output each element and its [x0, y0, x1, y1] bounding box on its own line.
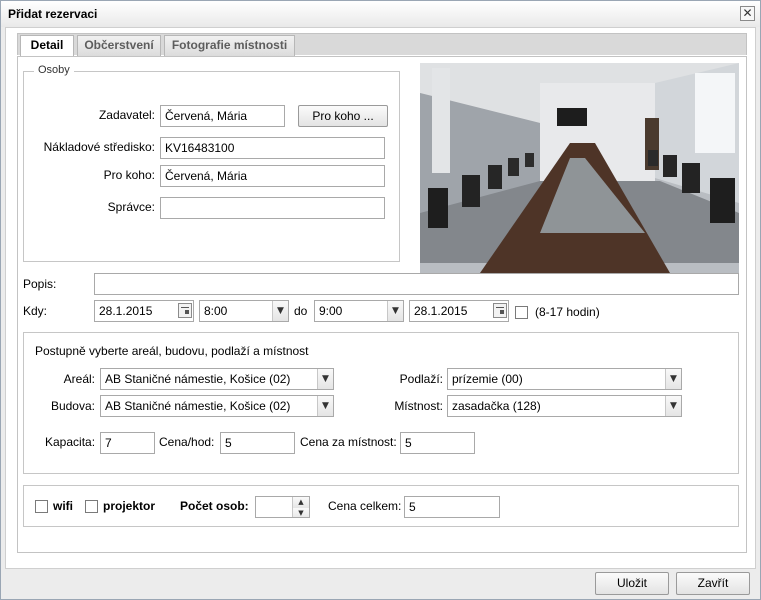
time-to-value: 9:00 [319, 304, 343, 318]
kdy-label: Kdy: [23, 304, 48, 318]
cena-hod-field[interactable]: 5 [220, 432, 295, 454]
close-button[interactable]: Zavřít [676, 572, 750, 595]
projektor-checkbox[interactable] [85, 500, 98, 513]
nakladove-stredisko-label: Nákladové středisko: [43, 140, 155, 154]
spinner-up-icon[interactable]: ▲ [292, 497, 309, 508]
dialog-titlebar[interactable]: Přidat rezervaci ✕ [1, 1, 760, 27]
budova-value: AB Staničné námestie, Košice (02) [105, 399, 291, 413]
tab-obcerstveni[interactable]: Občerstvení [77, 35, 161, 56]
areal-label: Areál: [63, 372, 95, 386]
wifi-checkbox[interactable] [35, 500, 48, 513]
date-to-value: 28.1.2015 [414, 304, 468, 318]
zadavatel-field[interactable]: Červená, Mária [160, 105, 285, 127]
mistnost-select[interactable]: zasadačka (128) ▼ [447, 395, 682, 417]
dialog-title: Přidat rezervaci [8, 7, 98, 21]
budova-select[interactable]: AB Staničné námestie, Košice (02) ▼ [100, 395, 334, 417]
hours-checkbox[interactable] [515, 306, 528, 319]
chevron-down-icon[interactable]: ▼ [272, 301, 288, 321]
nakladove-stredisko-field[interactable]: KV16483100 [160, 137, 385, 159]
areal-select[interactable]: AB Staničné námestie, Košice (02) ▼ [100, 368, 334, 390]
chevron-down-icon[interactable]: ▼ [317, 396, 333, 416]
date-from-field[interactable]: 28.1.2015 [94, 300, 194, 322]
pro-koho-label: Pro koho: [103, 168, 155, 182]
pocet-osob-spinner[interactable]: ▲ ▼ [255, 496, 310, 518]
wifi-label: wifi [53, 499, 73, 513]
chevron-down-icon[interactable]: ▼ [665, 396, 681, 416]
time-from-value: 8:00 [204, 304, 228, 318]
calendar-icon[interactable] [178, 303, 192, 318]
cena-celkem-field[interactable]: 5 [404, 496, 500, 518]
close-icon[interactable]: ✕ [740, 6, 755, 21]
cena-za-mistnost-label: Cena za místnost: [300, 435, 397, 449]
spinner-icon[interactable]: ▲ ▼ [292, 497, 309, 517]
podlazi-label: Podlaží: [399, 372, 443, 386]
spravce-field[interactable] [160, 197, 385, 219]
calendar-icon[interactable] [493, 303, 507, 318]
popis-label: Popis: [23, 277, 57, 291]
zadavatel-label: Zadavatel: [98, 108, 155, 122]
room-photo [420, 63, 739, 273]
tab-fotografie-mistnosti[interactable]: Fotografie místnosti [164, 35, 295, 56]
tab-detail[interactable]: Detail [20, 35, 74, 57]
spravce-label: Správce: [107, 200, 155, 214]
hours-note: (8-17 hodin) [535, 305, 600, 319]
cena-za-mistnost-field[interactable]: 5 [400, 432, 475, 454]
osoby-legend: Osoby [34, 64, 74, 76]
do-label: do [294, 304, 308, 318]
cena-hod-label: Cena/hod: [159, 435, 215, 449]
pro-koho-button[interactable]: Pro koho ... [298, 105, 388, 127]
reservation-dialog: Přidat rezervaci ✕ Detail Občerstvení Fo… [0, 0, 761, 600]
mistnost-value: zasadačka (128) [452, 399, 541, 413]
chevron-down-icon[interactable]: ▼ [317, 369, 333, 389]
conference-room-image [420, 63, 739, 273]
popis-field[interactable] [94, 273, 739, 295]
podlazi-select[interactable]: prízemie (00) ▼ [447, 368, 682, 390]
date-from-value: 28.1.2015 [99, 304, 153, 318]
podlazi-value: prízemie (00) [452, 372, 523, 386]
pocet-osob-label: Počet osob: [180, 499, 249, 513]
areal-value: AB Staničné námestie, Košice (02) [105, 372, 291, 386]
date-to-field[interactable]: 28.1.2015 [409, 300, 509, 322]
save-button[interactable]: Uložit [595, 572, 669, 595]
pro-koho-field[interactable]: Červená, Mária [160, 165, 385, 187]
mistnost-label: Místnost: [394, 399, 443, 413]
spinner-down-icon[interactable]: ▼ [292, 508, 309, 517]
kapacita-label: Kapacita: [45, 435, 96, 449]
chevron-down-icon[interactable]: ▼ [665, 369, 681, 389]
projektor-label: projektor [103, 499, 156, 513]
time-from-select[interactable]: 8:00 ▼ [199, 300, 289, 322]
room-selection-intro: Postupně vyberte areál, budovu, podlaží … [35, 344, 309, 358]
cena-celkem-label: Cena celkem: [328, 499, 402, 513]
budova-label: Budova: [50, 399, 95, 413]
kapacita-field[interactable]: 7 [100, 432, 155, 454]
time-to-select[interactable]: 9:00 ▼ [314, 300, 404, 322]
chevron-down-icon[interactable]: ▼ [387, 301, 403, 321]
